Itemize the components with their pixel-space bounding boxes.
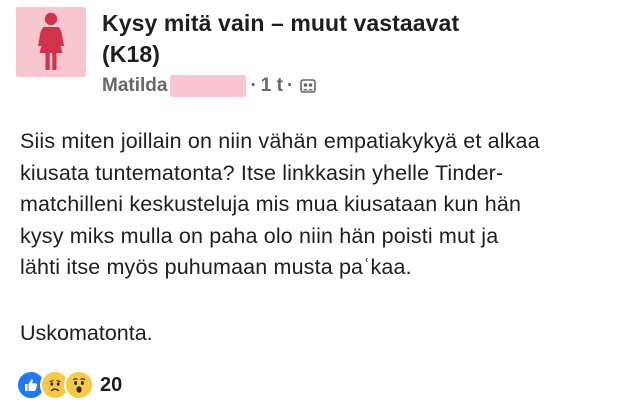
- meta-separator: ·: [250, 75, 257, 96]
- post-body-line: matchilleni keskusteluja mis mua kiusata…: [20, 192, 522, 217]
- group-title[interactable]: Kysy mitä vain – muut vastaavat (K18): [102, 8, 602, 70]
- meta-separator: ·: [286, 75, 294, 96]
- redacted-surname: [170, 75, 247, 97]
- post-body-line: kiusata tuntematonta? Itse linkkasin yhe…: [20, 160, 504, 185]
- post-closing-line: Uskomatonta.: [20, 321, 153, 345]
- post-meta: Matilda · 1 t ·: [102, 73, 602, 99]
- group-title-line-2: (K18): [102, 41, 161, 67]
- post-card: Kysy mitä vain – muut vastaavat (K18) Ma…: [0, 0, 632, 406]
- wow-icon: [64, 370, 94, 400]
- post-timestamp[interactable]: 1 t: [261, 75, 283, 97]
- post-body-line: Siis miten joillain on niin vähän empati…: [20, 129, 540, 153]
- reaction-count: 20: [100, 373, 123, 396]
- author-name[interactable]: Matilda: [102, 75, 167, 97]
- post-header: Kysy mitä vain – muut vastaavat (K18) Ma…: [102, 8, 602, 99]
- group-title-line-1: Kysy mitä vain – muut vastaavat: [102, 10, 460, 36]
- group-members-icon: [299, 77, 317, 95]
- post-body-line: kysy miks mulla on paha olo niin hän poi…: [20, 223, 499, 248]
- group-avatar[interactable]: [16, 7, 86, 77]
- post-body: Siis miten joillain on niin vähän empati…: [20, 126, 620, 284]
- post-body-line: lähti itse myös puhumaan musta paʿkaa.: [20, 255, 412, 280]
- reactions-summary[interactable]: 20: [16, 370, 122, 400]
- woman-figure-icon: [38, 12, 64, 70]
